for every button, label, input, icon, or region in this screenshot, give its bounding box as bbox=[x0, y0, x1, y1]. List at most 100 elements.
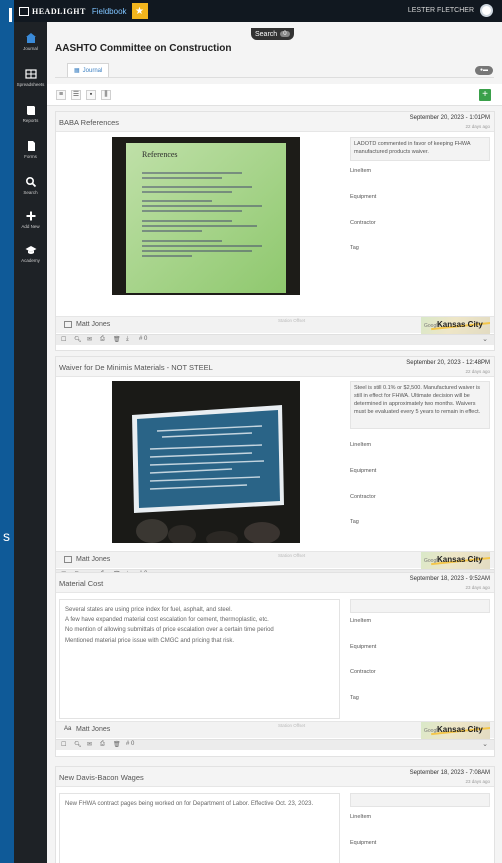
grid-view-button[interactable]: ▪ bbox=[86, 90, 96, 100]
tag-label[interactable]: Tag bbox=[350, 245, 359, 251]
column-view-button[interactable]: ⫼ bbox=[101, 90, 111, 100]
contractor-label[interactable]: Contractor bbox=[350, 220, 376, 226]
tab-journal[interactable]: ▦ Journal bbox=[67, 63, 110, 77]
station-offset-labels: Station Offset bbox=[278, 318, 306, 323]
entry-footer: Matt Jones Station Offset Google Kansas … bbox=[56, 316, 494, 334]
email-icon[interactable]: ✉ bbox=[87, 336, 92, 343]
entry-footer: Matt Jones Station Offset Google Kansas … bbox=[56, 551, 494, 569]
sidebar-item-add-new[interactable]: Add New bbox=[14, 206, 47, 236]
slide-fragment-text: s bbox=[3, 528, 10, 544]
entry-relative-time: 23 days ago bbox=[465, 779, 490, 784]
search-button[interactable]: Search 0 bbox=[251, 28, 294, 40]
copy-icon[interactable]: ☐ bbox=[61, 336, 66, 343]
zoom-icon[interactable]: 🔍︎ bbox=[74, 741, 82, 748]
graduation-cap-icon bbox=[25, 244, 37, 256]
entry-photo[interactable] bbox=[112, 381, 300, 543]
copy-icon[interactable]: ☐ bbox=[61, 741, 66, 748]
print-icon[interactable]: ⎙ bbox=[100, 336, 105, 343]
entry-title: BABA References bbox=[59, 118, 120, 127]
lineitem-label[interactable]: LineItem bbox=[350, 618, 371, 624]
grid-icon: ▦ bbox=[74, 68, 80, 74]
star-icon[interactable]: ★ bbox=[131, 3, 148, 19]
toggle-switch[interactable]: ●▬ bbox=[475, 66, 493, 75]
chevron-down-icon[interactable]: ⌄ bbox=[482, 335, 488, 343]
author-name[interactable]: Matt Jones bbox=[76, 556, 110, 563]
journal-entry[interactable]: BABA References September 20, 2023 - 1:0… bbox=[55, 111, 495, 351]
author-name[interactable]: Matt Jones bbox=[76, 321, 110, 328]
download-icon[interactable]: ⤓ bbox=[126, 336, 129, 343]
sidebar-item-forms[interactable]: Forms bbox=[14, 136, 47, 166]
entry-relative-time: 22 days ago bbox=[465, 124, 490, 129]
journal-entry[interactable]: New Davis-Bacon Wages September 18, 2023… bbox=[55, 766, 495, 863]
sidebar-item-search[interactable]: Search bbox=[14, 172, 47, 202]
contractor-label[interactable]: Contractor bbox=[350, 669, 376, 675]
svg-text:References: References bbox=[142, 150, 178, 159]
text-icon: Aa bbox=[64, 726, 72, 732]
tag-label[interactable]: Tag bbox=[350, 519, 359, 525]
tab-label: Journal bbox=[82, 67, 103, 74]
lineitem-label[interactable]: LineItem bbox=[350, 814, 371, 820]
sidebar: Journal Spreadsheets Reports Forms Searc… bbox=[14, 22, 47, 863]
sidebar-item-spreadsheets[interactable]: Spreadsheets bbox=[14, 64, 47, 94]
sidebar-label: Academy bbox=[21, 258, 40, 263]
user-avatar-icon[interactable] bbox=[480, 4, 493, 17]
location-map[interactable]: Google Kansas City bbox=[421, 722, 490, 739]
sidebar-item-reports[interactable]: Reports bbox=[14, 100, 47, 130]
delete-icon[interactable]: 🗑︎ bbox=[113, 336, 121, 343]
brand-logo[interactable]: HEADLIGHT bbox=[19, 6, 86, 16]
email-icon[interactable]: ✉ bbox=[87, 741, 92, 748]
equipment-label[interactable]: Equipment bbox=[350, 468, 376, 474]
lineitem-label[interactable]: LineItem bbox=[350, 168, 371, 174]
equipment-label[interactable]: Equipment bbox=[350, 644, 376, 650]
presentation-background: s bbox=[0, 0, 14, 863]
entry-note-empty bbox=[350, 599, 490, 613]
sidebar-label: Forms bbox=[24, 154, 37, 159]
lineitem-label[interactable]: LineItem bbox=[350, 442, 371, 448]
map-city-label: Kansas City bbox=[437, 320, 483, 329]
comment-count[interactable]: # 0 bbox=[126, 741, 134, 747]
description-line: Mentioned material price issue with CMGC… bbox=[65, 637, 235, 644]
sidebar-item-journal[interactable]: Journal bbox=[14, 28, 47, 58]
photo-icon bbox=[64, 321, 72, 328]
entry-date: September 18, 2023 - 9:52AM bbox=[409, 576, 490, 582]
entry-date: September 20, 2023 - 1:01PM bbox=[409, 115, 490, 121]
entry-photo[interactable]: References bbox=[112, 137, 300, 295]
author-name[interactable]: Matt Jones bbox=[76, 726, 110, 733]
equipment-label[interactable]: Equipment bbox=[350, 840, 376, 846]
entry-actions: ☐ 🔍︎ ✉ ⎙ 🗑︎ # 0 ⌄ bbox=[56, 739, 494, 750]
add-entry-button[interactable]: + bbox=[479, 89, 491, 101]
fieldbook-app: HEADLIGHT Fieldbook ★ LESTER FLETCHER Jo… bbox=[14, 0, 502, 863]
search-icon bbox=[25, 176, 37, 188]
tag-label[interactable]: Tag bbox=[350, 695, 359, 701]
map-city-label: Kansas City bbox=[437, 555, 483, 564]
brand-name: HEADLIGHT bbox=[32, 6, 86, 16]
product-name[interactable]: Fieldbook bbox=[92, 7, 127, 16]
entry-date: September 18, 2023 - 7:08AM bbox=[409, 770, 490, 776]
chevron-down-icon[interactable]: ⌄ bbox=[482, 740, 488, 748]
entry-header: Waiver for De Minimis Materials - NOT ST… bbox=[56, 357, 494, 377]
equipment-label[interactable]: Equipment bbox=[350, 194, 376, 200]
map-city-label: Kansas City bbox=[437, 725, 483, 734]
top-bar: HEADLIGHT Fieldbook ★ LESTER FLETCHER bbox=[14, 0, 502, 22]
user-name[interactable]: LESTER FLETCHER bbox=[408, 7, 474, 14]
journal-entry[interactable]: Material Cost September 18, 2023 - 9:52A… bbox=[55, 572, 495, 757]
location-map[interactable]: Google Kansas City bbox=[421, 552, 490, 569]
entry-description: New FHWA contract pages being worked on … bbox=[59, 793, 340, 863]
location-map[interactable]: Google Kansas City bbox=[421, 317, 490, 334]
delete-icon[interactable]: 🗑︎ bbox=[113, 741, 121, 748]
list-view-button[interactable]: ≡ bbox=[56, 90, 66, 100]
print-icon[interactable]: ⎙ bbox=[100, 741, 105, 748]
journal-entry[interactable]: Waiver for De Minimis Materials - NOT ST… bbox=[55, 356, 495, 593]
detail-view-button[interactable]: ☰ bbox=[71, 90, 81, 100]
sidebar-item-academy[interactable]: Academy bbox=[14, 240, 47, 270]
headlight-logo-icon bbox=[19, 6, 29, 16]
contractor-label[interactable]: Contractor bbox=[350, 494, 376, 500]
sidebar-label: Spreadsheets bbox=[16, 82, 45, 87]
comment-count[interactable]: # 0 bbox=[139, 336, 147, 342]
presentation-slide-photo bbox=[112, 381, 300, 543]
slide-mark bbox=[9, 8, 12, 22]
station-offset-labels: Station Offset bbox=[278, 723, 306, 728]
zoom-icon[interactable]: 🔍︎ bbox=[74, 336, 82, 343]
search-label: Search bbox=[255, 30, 278, 38]
entry-header: BABA References September 20, 2023 - 1:0… bbox=[56, 112, 494, 132]
